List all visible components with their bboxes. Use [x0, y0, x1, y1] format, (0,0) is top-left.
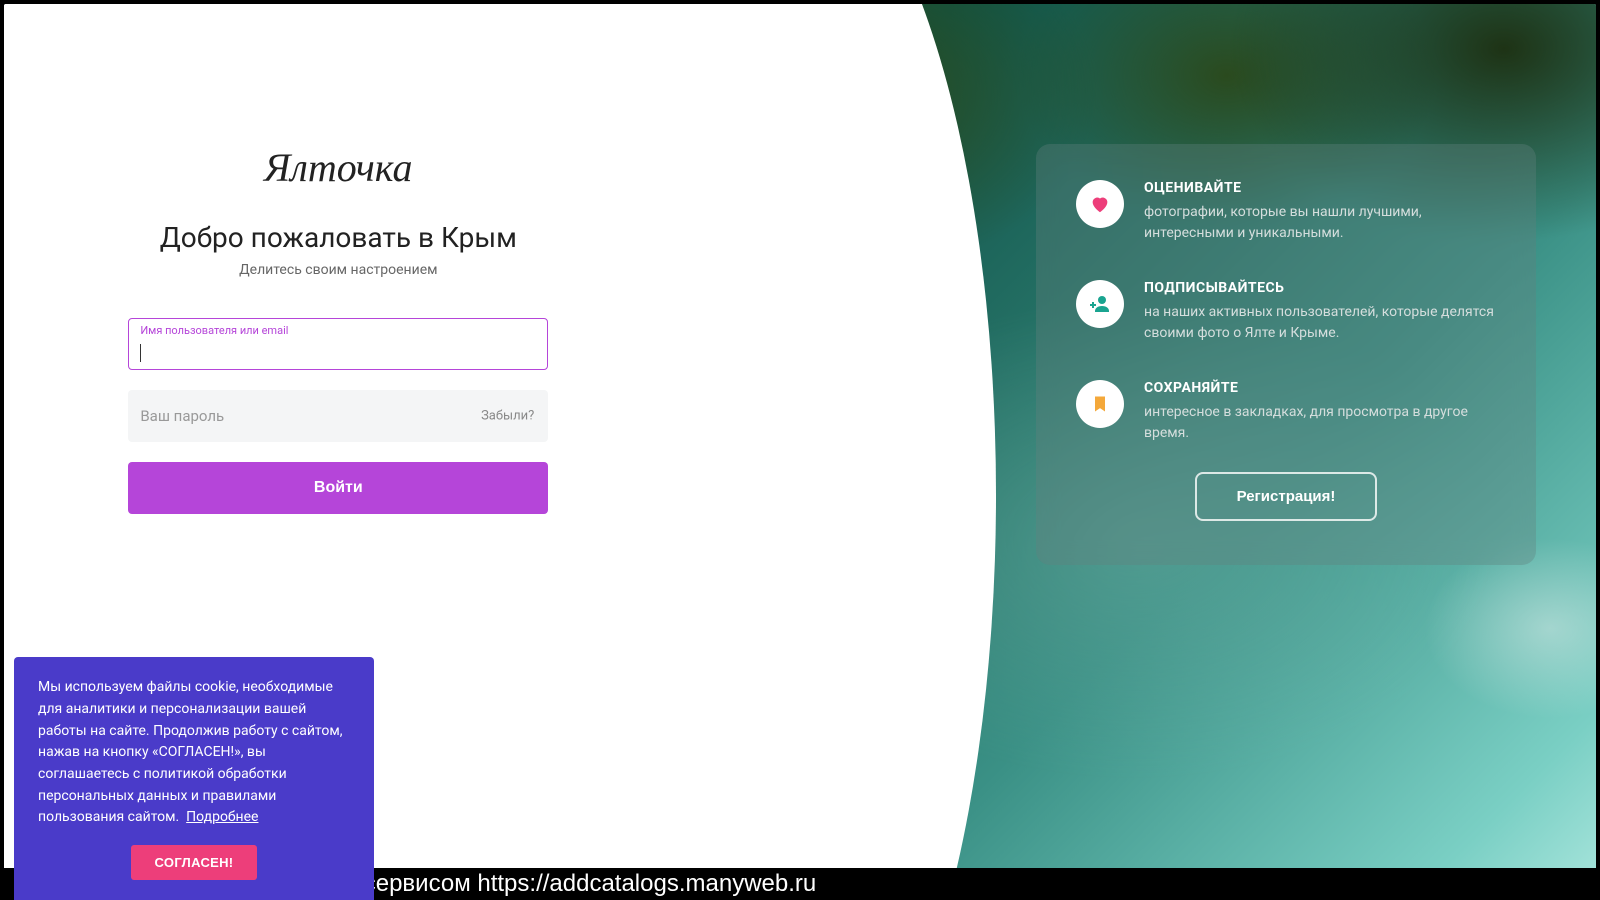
cookie-text: Мы используем файлы cookie, необходимые …	[38, 679, 343, 825]
cookie-accept-button[interactable]: СОГЛАСЕН!	[131, 845, 258, 880]
welcome-subtitle: Делитесь своим настроением	[239, 262, 437, 278]
username-label: Имя пользователя или email	[140, 324, 288, 337]
register-button[interactable]: Регистрация!	[1195, 472, 1378, 521]
feature-text: СОХРАНЯЙТЕ интересное в закладках, для п…	[1144, 380, 1496, 444]
feature-desc: на наших активных пользователей, которые…	[1144, 302, 1496, 344]
feature-save: СОХРАНЯЙТЕ интересное в закладках, для п…	[1076, 380, 1496, 444]
feature-desc: фотографии, которые вы нашли лучшими, ин…	[1144, 202, 1496, 244]
cookie-banner: Мы используем файлы cookie, необходимые …	[14, 657, 374, 900]
login-form: Имя пользователя или email Ваш пароль За…	[128, 318, 548, 514]
cookie-more-link[interactable]: Подробнее	[186, 809, 258, 825]
feature-title: СОХРАНЯЙТЕ	[1144, 380, 1496, 396]
hero-pane: ОЦЕНИВАЙТЕ фотографии, которые вы нашли …	[673, 4, 1596, 896]
feature-title: ПОДПИСЫВАЙТЕСЬ	[1144, 280, 1496, 296]
feature-title: ОЦЕНИВАЙТЕ	[1144, 180, 1496, 196]
welcome-title: Добро пожаловать в Крым	[160, 221, 517, 254]
feature-rate: ОЦЕНИВАЙТЕ фотографии, которые вы нашли …	[1076, 180, 1496, 244]
feature-text: ПОДПИСЫВАЙТЕСЬ на наших активных пользов…	[1144, 280, 1496, 344]
features-panel: ОЦЕНИВАЙТЕ фотографии, которые вы нашли …	[1036, 144, 1536, 565]
logo-text: Ялточка	[264, 144, 412, 191]
feature-text: ОЦЕНИВАЙТЕ фотографии, которые вы нашли …	[1144, 180, 1496, 244]
feature-follow: ПОДПИСЫВАЙТЕСЬ на наших активных пользов…	[1076, 280, 1496, 344]
login-button[interactable]: Войти	[128, 462, 548, 514]
password-field-wrapper: Ваш пароль Забыли?	[128, 390, 548, 442]
person-add-icon	[1076, 280, 1124, 328]
text-cursor	[140, 344, 141, 362]
feature-desc: интересное в закладках, для просмотра в …	[1144, 402, 1496, 444]
bookmark-icon	[1076, 380, 1124, 428]
forgot-password-link[interactable]: Забыли?	[481, 409, 534, 424]
username-field-wrapper: Имя пользователя или email	[128, 318, 548, 370]
heart-icon	[1076, 180, 1124, 228]
